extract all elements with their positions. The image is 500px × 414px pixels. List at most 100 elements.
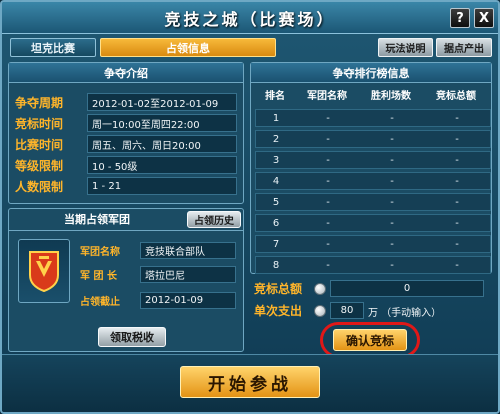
legion-row-leader: 军 团 长 塔拉巴尼 (80, 266, 236, 283)
ranking-panel: 争夺排行榜信息 排名 军团名称 胜利场数 竞标总额 1 - - - 2 - - … (250, 62, 492, 274)
legion-cell: - (326, 133, 330, 145)
help-icon: ? (456, 10, 464, 26)
single-bid-label: 单次支出 (254, 304, 303, 318)
contest-row-player-limit: 人数限制 1 - 21 (15, 177, 237, 195)
contest-row-label: 等级限制 (15, 158, 64, 173)
wins-cell: - (390, 238, 394, 250)
tab-occupation-info-label: 占领信息 (166, 41, 210, 55)
wins-cell: - (390, 196, 394, 208)
confirm-bid-button-label: 确认竞标 (345, 333, 394, 348)
rank-cell: 2 (272, 133, 280, 145)
bid-cell: - (455, 217, 459, 229)
bid-total-label: 竞标总额 (254, 282, 303, 296)
contest-row-label: 争夺周期 (15, 95, 64, 110)
bid-cell: - (455, 154, 459, 166)
title-bar: 竞技之城（比赛场） ? X (2, 2, 498, 34)
close-icon: X (478, 10, 490, 26)
points-output-button[interactable]: 据点产出 (436, 38, 492, 57)
legion-cell: - (326, 154, 330, 166)
contest-row-bid-time: 竞标时间 周一10:00至周四22:00 (15, 114, 237, 132)
table-row: 1 - - - (255, 109, 491, 127)
tab-tank-contest[interactable]: 坦克比赛 (10, 38, 96, 57)
table-row: 3 - - - (255, 151, 491, 169)
legion-row-label: 军团名称 (80, 247, 120, 258)
rank-cell: 3 (272, 154, 280, 166)
rules-button[interactable]: 玩法说明 (378, 38, 433, 57)
contest-row-period: 争夺周期 2012-01-02至2012-01-09 (15, 93, 237, 111)
help-button[interactable]: ? (450, 8, 470, 28)
ranking-header-legion: 军团名称 (307, 91, 347, 102)
coin-icon (314, 305, 326, 317)
contest-row-label: 比赛时间 (15, 137, 64, 152)
start-battle-button-label: 开始参战 (208, 374, 292, 395)
divider (9, 230, 243, 231)
legion-row-label: 军 团 长 (80, 271, 117, 282)
contest-row-match-time: 比赛时间 周五、周六、周日20:00 (15, 135, 237, 153)
contest-row-value: 10 - 50级 (87, 156, 237, 174)
rank-cell: 8 (272, 259, 280, 271)
rank-cell: 1 (272, 112, 280, 124)
rules-button-label: 玩法说明 (385, 44, 426, 55)
legion-emblem-icon (29, 251, 59, 293)
legion-cell: - (326, 175, 330, 187)
legion-row-value: 2012-01-09 (140, 292, 236, 309)
occupation-history-button[interactable]: 占领历史 (187, 211, 241, 228)
legion-cell: - (326, 196, 330, 208)
bid-cell: - (455, 133, 459, 145)
contest-row-value: 周五、周六、周日20:00 (87, 135, 237, 153)
wins-cell: - (390, 175, 394, 187)
start-battle-button[interactable]: 开始参战 (180, 366, 320, 398)
ranking-title: 争夺排行榜信息 (251, 63, 491, 83)
legion-row-name: 军团名称 竞技联合部队 (80, 242, 236, 259)
rank-cell: 5 (272, 196, 280, 208)
occupier-title: 当期占领军团 (64, 213, 130, 226)
window-title: 竞技之城（比赛场） (164, 9, 336, 29)
legion-row-value: 塔拉巴尼 (140, 266, 236, 283)
legion-emblem (18, 239, 70, 303)
legion-cell: - (326, 217, 330, 229)
contest-row-value: 1 - 21 (87, 177, 237, 195)
bid-cell: - (455, 238, 459, 250)
arena-window: 竞技之城（比赛场） ? X 坦克比赛 占领信息 玩法说明 据点产出 争夺介绍 争… (0, 0, 500, 414)
rank-cell: 6 (272, 217, 280, 229)
ranking-header-bid-total: 竞标总额 (436, 91, 476, 102)
legion-row-label: 占领截止 (80, 297, 120, 308)
contest-row-label: 竞标时间 (15, 116, 64, 131)
table-row: 7 - - - (255, 235, 491, 253)
points-output-button-label: 据点产出 (444, 44, 484, 55)
wins-cell: - (390, 217, 394, 229)
table-row: 4 - - - (255, 172, 491, 190)
bid-cell: - (455, 175, 459, 187)
single-bid-unit: 万 （手动输入） (368, 308, 442, 319)
tab-tank-contest-label: 坦克比赛 (31, 41, 75, 55)
legion-row-value: 竞技联合部队 (140, 242, 236, 259)
coin-icon (314, 283, 326, 295)
single-bid-input[interactable]: 80 (330, 302, 364, 319)
legion-row-deadline: 占领截止 2012-01-09 (80, 292, 236, 309)
rank-cell: 4 (272, 175, 280, 187)
tab-occupation-info[interactable]: 占领信息 (100, 38, 276, 57)
ranking-header-wins: 胜利场数 (371, 91, 411, 102)
contest-row-value: 2012-01-02至2012-01-09 (87, 93, 237, 111)
table-row: 2 - - - (255, 130, 491, 148)
legion-cell: - (326, 259, 330, 271)
table-row: 5 - - - (255, 193, 491, 211)
legion-cell: - (326, 112, 330, 124)
legion-cell: - (326, 238, 330, 250)
wins-cell: - (390, 154, 394, 166)
wins-cell: - (390, 112, 394, 124)
ranking-header: 排名 军团名称 胜利场数 竞标总额 (255, 87, 491, 105)
bid-cell: - (455, 196, 459, 208)
contest-row-value: 周一10:00至周四22:00 (87, 114, 237, 132)
contest-row-level-limit: 等级限制 10 - 50级 (15, 156, 237, 174)
table-row: 8 - - - (255, 256, 491, 274)
table-row: 6 - - - (255, 214, 491, 232)
wins-cell: - (390, 133, 394, 145)
collect-tax-button-label: 领取税收 (110, 331, 154, 344)
bid-total-value: 0 (330, 280, 484, 297)
close-button[interactable]: X (474, 8, 494, 28)
confirm-bid-button[interactable]: 确认竞标 (333, 329, 407, 351)
wins-cell: - (390, 259, 394, 271)
occupation-history-button-label: 占领历史 (194, 216, 234, 227)
collect-tax-button[interactable]: 领取税收 (98, 327, 166, 347)
